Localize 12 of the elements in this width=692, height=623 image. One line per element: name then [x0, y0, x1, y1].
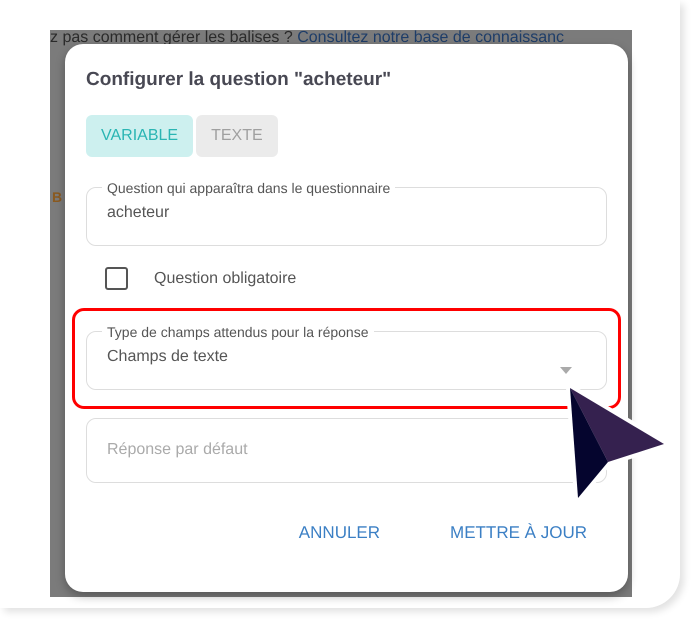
page-text: B [52, 190, 62, 204]
checkbox-label: Question obligatoire [154, 268, 296, 288]
update-button[interactable]: METTRE À JOUR [450, 520, 587, 545]
dialog-title: Configurer la question "acheteur" [86, 68, 392, 92]
cancel-button[interactable]: ANNULER [298, 520, 380, 545]
help-text: z pas comment gérer les balises ? [50, 30, 294, 46]
answer-type-select[interactable]: Type de champs attendus pour la réponse Champs de texte [86, 324, 607, 390]
checkbox[interactable] [105, 267, 128, 290]
help-link[interactable]: Consultez notre base de connaissanc [297, 30, 564, 46]
caret-icon [560, 366, 572, 374]
tab[interactable]: TEXTE [196, 114, 278, 156]
question-field[interactable]: Question qui apparaîtra dans le questionnaire acheteur [86, 180, 607, 246]
